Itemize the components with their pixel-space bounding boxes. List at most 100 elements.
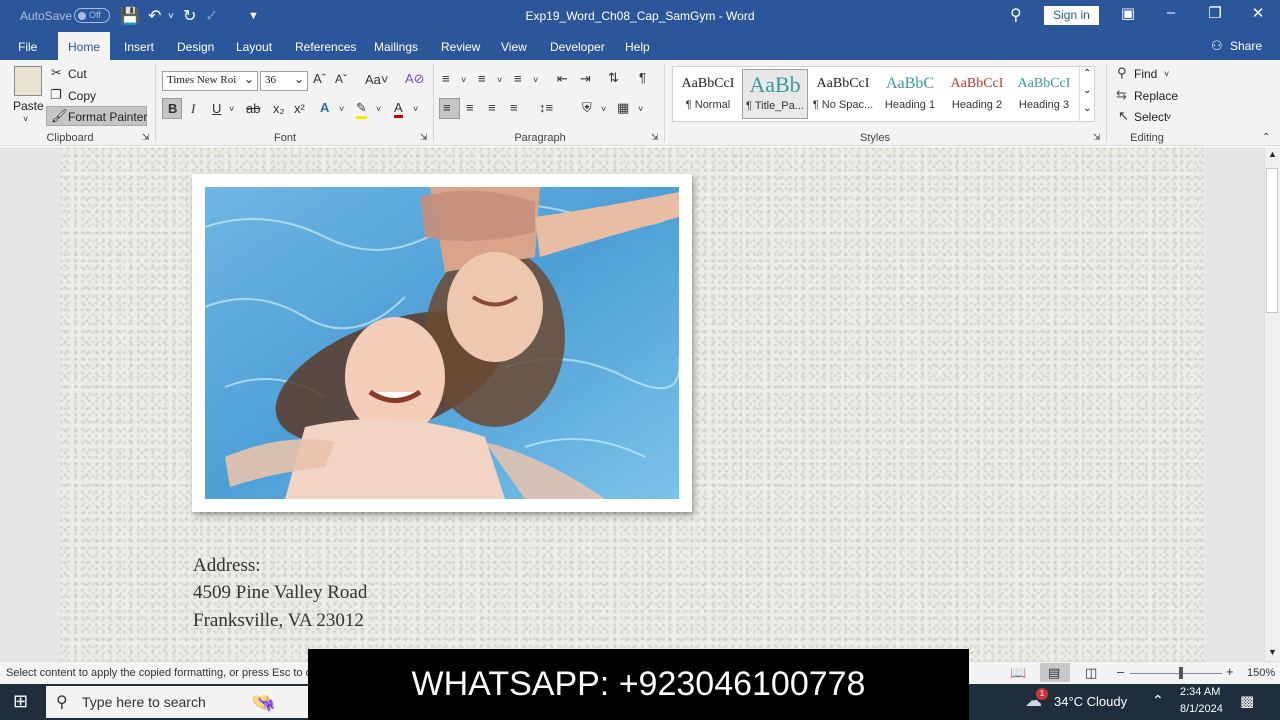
zoom-slider-thumb[interactable] <box>1179 667 1183 679</box>
tab-references[interactable]: References <box>295 40 356 54</box>
italic-icon[interactable]: I <box>191 101 195 117</box>
copy-button[interactable]: Copy <box>68 89 96 103</box>
paste-button[interactable]: Paste <box>13 99 44 113</box>
borders-icon[interactable]: ▦ <box>617 100 629 116</box>
chevron-up-icon[interactable]: ⌃ <box>1083 68 1091 79</box>
paste-icon[interactable] <box>14 66 42 96</box>
zoom-level[interactable]: 150% <box>1247 667 1275 679</box>
tab-view[interactable]: View <box>501 40 527 54</box>
close-icon[interactable]: ✕ <box>1243 4 1273 22</box>
share-button[interactable]: Share <box>1230 39 1262 53</box>
minimize-icon[interactable]: – <box>1156 4 1186 21</box>
multilevel-dropdown-icon[interactable]: ˅ <box>533 75 538 85</box>
style-no-spacing[interactable]: AaBbCcI ¶ No Spac... <box>810 69 876 119</box>
tab-design[interactable]: Design <box>177 40 214 54</box>
document-page[interactable]: Address: 4509 Pine Valley Road Franksvil… <box>60 147 1205 661</box>
clock-date[interactable]: 8/1/2024 <box>1180 703 1223 715</box>
bullets-dropdown-icon[interactable]: ˅ <box>461 75 466 85</box>
photo-frame[interactable] <box>192 174 692 512</box>
font-color-dropdown-icon[interactable]: ˅ <box>413 104 418 114</box>
tab-mailings[interactable]: Mailings <box>374 40 418 54</box>
shrink-font-icon[interactable]: Aˇ <box>335 72 347 86</box>
style-heading-1[interactable]: AaBbC Heading 1 <box>877 69 943 119</box>
select-button[interactable]: Select <box>1134 110 1167 124</box>
tab-home[interactable]: Home <box>58 32 111 60</box>
chevron-down-icon[interactable]: ⌄ <box>294 72 304 87</box>
strikethrough-icon[interactable]: ab <box>246 101 260 116</box>
underline-icon[interactable]: U <box>212 101 221 116</box>
increase-indent-icon[interactable]: ⇥ <box>580 71 591 87</box>
ribbon-display-icon[interactable]: ▣ <box>1113 4 1143 22</box>
tab-help[interactable]: Help <box>625 40 650 54</box>
show-formatting-marks-icon[interactable]: ¶ <box>639 70 646 85</box>
text-effects-dropdown-icon[interactable]: ˅ <box>339 104 344 114</box>
search-icon[interactable]: ⚲ <box>1010 5 1022 25</box>
font-size-combo[interactable]: 36 ⌄ <box>260 71 308 91</box>
windows-start-icon[interactable]: ⊞ <box>13 691 28 712</box>
scrollbar-thumb[interactable] <box>1266 168 1278 313</box>
highlight-icon[interactable]: ✎ <box>356 100 367 119</box>
maximize-icon[interactable]: ❐ <box>1200 4 1230 22</box>
align-left-icon[interactable]: ≡ <box>443 100 451 115</box>
tab-developer[interactable]: Developer <box>550 40 605 54</box>
bold-icon[interactable]: B <box>168 101 177 116</box>
borders-dropdown-icon[interactable]: ˅ <box>638 104 643 114</box>
tab-review[interactable]: Review <box>441 40 480 54</box>
numbering-icon[interactable]: ≡ <box>478 71 486 86</box>
select-dropdown-icon[interactable]: ˅ <box>1166 112 1171 122</box>
clock-time[interactable]: 2:34 AM <box>1180 686 1220 698</box>
styles-launcher-icon[interactable]: ⇲ <box>1093 132 1101 143</box>
superscript-icon[interactable]: x² <box>294 101 305 116</box>
paste-dropdown-icon[interactable]: ˅ <box>23 114 28 124</box>
style-heading-2[interactable]: AaBbCcI Heading 2 <box>944 69 1010 119</box>
font-launcher-icon[interactable]: ⇲ <box>420 132 428 143</box>
find-button[interactable]: Find <box>1134 67 1157 81</box>
taskbar-search-box[interactable]: ⚲ Type here to search 👒 <box>46 686 308 718</box>
font-name-combo[interactable]: Times New Roi ⌄ <box>162 71 258 91</box>
styles-more-icon[interactable]: ⌄ <box>1083 103 1091 114</box>
zoom-slider[interactable] <box>1130 673 1222 674</box>
decrease-indent-icon[interactable]: ⇤ <box>557 71 568 87</box>
highlight-dropdown-icon[interactable]: ˅ <box>376 104 381 114</box>
shading-dropdown-icon[interactable]: ˅ <box>601 104 606 114</box>
paragraph-launcher-icon[interactable]: ⇲ <box>651 132 659 143</box>
web-layout-icon[interactable]: ◫ <box>1085 665 1097 681</box>
sign-in-button[interactable]: Sign in <box>1044 6 1099 25</box>
underline-dropdown-icon[interactable]: ˅ <box>229 104 234 114</box>
notification-center-icon[interactable]: ▩ <box>1240 692 1254 710</box>
cut-button[interactable]: Cut <box>68 67 87 81</box>
multilevel-list-icon[interactable]: ≡ <box>514 71 522 86</box>
grow-font-icon[interactable]: Aˆ <box>313 71 326 86</box>
tab-insert[interactable]: Insert <box>124 40 154 54</box>
clipboard-launcher-icon[interactable]: ⇲ <box>142 132 150 143</box>
format-painter-button[interactable]: Format Painter <box>68 110 147 124</box>
weather-text[interactable]: 34°C Cloudy <box>1054 694 1127 709</box>
chevron-up-icon[interactable]: ⌃ <box>1152 692 1164 709</box>
chevron-down-icon[interactable]: ⌄ <box>244 72 254 87</box>
replace-button[interactable]: Replace <box>1134 89 1178 103</box>
zoom-out-icon[interactable]: – <box>1117 664 1124 679</box>
style-normal[interactable]: AaBbCcI ¶ Normal <box>675 69 741 119</box>
clear-formatting-icon[interactable]: A⊘ <box>405 71 425 87</box>
scroll-up-icon[interactable]: ▲ <box>1268 149 1277 159</box>
scroll-down-icon[interactable]: ▼ <box>1268 647 1277 657</box>
font-color-icon[interactable]: A <box>394 100 403 118</box>
tab-file[interactable]: File <box>18 40 37 54</box>
shading-icon[interactable]: ⛨ <box>582 100 592 116</box>
tab-layout[interactable]: Layout <box>236 40 272 54</box>
print-layout-icon[interactable]: ▤ <box>1048 665 1060 681</box>
justify-icon[interactable]: ≡ <box>510 100 518 115</box>
chevron-down-icon[interactable]: ⌄ <box>1083 85 1091 96</box>
photo-image[interactable] <box>205 187 679 499</box>
numbering-dropdown-icon[interactable]: ˅ <box>497 75 502 85</box>
bullets-icon[interactable]: ≡ <box>442 71 450 86</box>
style-heading-3[interactable]: AaBbCcI Heading 3 <box>1011 69 1077 119</box>
align-center-icon[interactable]: ≡ <box>466 100 474 115</box>
text-effects-icon[interactable]: A <box>320 100 329 115</box>
align-right-icon[interactable]: ≡ <box>488 100 496 115</box>
subscript-icon[interactable]: x₂ <box>273 101 285 116</box>
change-case-icon[interactable]: Aa˅ <box>365 72 389 87</box>
zoom-in-icon[interactable]: + <box>1226 664 1234 679</box>
style-title-page[interactable]: AaBb ¶ Title_Pa... <box>742 69 808 119</box>
sort-icon[interactable]: ⇅ <box>608 70 619 86</box>
